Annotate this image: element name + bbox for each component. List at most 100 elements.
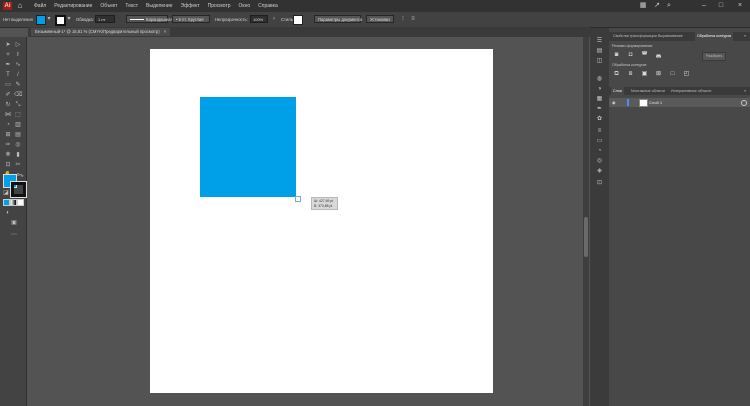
arrange-documents-icon[interactable]: ▦ (639, 2, 647, 10)
intersect-icon[interactable]: ◚ (640, 51, 649, 59)
tab-interactive-areas[interactable]: Интерактивные области (669, 87, 713, 95)
eyedropper-icon[interactable]: ✑ (4, 141, 12, 149)
tab-transform[interactable]: Свойства трансформации (611, 32, 659, 41)
minimize-icon[interactable]: – (700, 2, 708, 10)
default-colors-icon[interactable]: ◪ (2, 189, 10, 197)
menu-type[interactable]: Текст (125, 2, 138, 10)
preferences-button[interactable]: Установки (366, 15, 394, 23)
artboards-panel-icon[interactable]: ⊡ (596, 180, 603, 187)
opacity-arrow-icon[interactable]: › (270, 15, 278, 23)
graphic-style-swatch[interactable] (293, 15, 303, 25)
close-window-icon[interactable]: × (736, 2, 744, 10)
gradient-panel-icon[interactable]: ▭ (596, 138, 603, 145)
opacity-label[interactable]: Непрозрачность: (215, 16, 248, 23)
none-mode-icon[interactable] (17, 199, 24, 206)
graph-tool-icon[interactable]: ▮ (14, 151, 22, 159)
brushes-icon[interactable]: ✒ (596, 106, 603, 113)
search-icon[interactable]: ⌕ (665, 2, 673, 10)
document-setup-button[interactable]: Параметры документа (314, 15, 362, 23)
shaper-tool-icon[interactable]: ✐ (4, 91, 12, 99)
layer-name[interactable]: Слой 1 (649, 99, 662, 106)
layers-dock-icon[interactable]: ◫ (596, 58, 603, 65)
paintbrush-icon[interactable]: ✎ (14, 81, 22, 89)
tab-layers[interactable]: Слои (611, 87, 624, 95)
menu-icon[interactable]: ≡ (409, 15, 417, 23)
stroke-panel-icon[interactable]: ≡ (596, 128, 603, 135)
slice-tool-icon[interactable]: ✂ (14, 161, 22, 169)
tab-artboards[interactable]: Монтажные области (629, 87, 667, 95)
vertical-scrollbar[interactable] (583, 37, 589, 406)
minus-back-icon[interactable]: ◰ (682, 70, 691, 78)
menu-effect[interactable]: Эффект (181, 2, 200, 10)
shape-builder-icon[interactable]: ◔ (4, 121, 12, 129)
symbol-sprayer-icon[interactable]: ❋ (4, 151, 12, 159)
swap-colors-icon[interactable]: ↷ (17, 173, 25, 181)
crop-icon[interactable]: ⊠ (654, 70, 663, 78)
merge-icon[interactable]: ▣ (640, 70, 649, 78)
rotate-tool-icon[interactable]: ↻ (4, 101, 12, 109)
type-tool-icon[interactable]: T (4, 71, 12, 79)
eraser-icon[interactable]: ⌫ (14, 91, 22, 99)
gradient-tool-icon[interactable]: ▤ (14, 131, 22, 139)
exclude-icon[interactable]: ◛ (654, 51, 663, 59)
menu-object[interactable]: Объект (100, 2, 117, 10)
tab-pathfinder[interactable]: Обработка контуров (695, 32, 734, 41)
layer-row[interactable]: ◉ Слой 1 (609, 98, 750, 107)
selection-tool-icon[interactable]: ➤ (4, 41, 12, 49)
width-tool-icon[interactable]: ⋈ (4, 111, 12, 119)
transparency-icon[interactable]: ◔ (596, 148, 603, 155)
expand-button[interactable]: Разобрать (702, 52, 727, 61)
scale-tool-icon[interactable]: ⤡ (14, 101, 22, 109)
menu-select[interactable]: Выделение (146, 2, 173, 10)
appearance-icon[interactable]: ◎ (596, 158, 603, 165)
pen-tool-icon[interactable]: ✒ (4, 61, 12, 69)
document-tab[interactable]: Безымянный-1* @ 16,81 % (CMYK/Предварите… (31, 28, 171, 36)
align-icon[interactable]: ⁝ (399, 15, 407, 23)
curvature-tool-icon[interactable]: ∿ (14, 61, 22, 69)
magic-wand-icon[interactable]: ✧ (4, 51, 12, 59)
screen-mode-icon[interactable]: ▣ (10, 219, 18, 227)
lasso-icon[interactable]: ℓ (14, 51, 22, 59)
scroll-thumb[interactable] (584, 217, 588, 257)
graphic-styles-icon[interactable]: ◈ (596, 168, 603, 175)
divide-icon[interactable]: ⧉ (612, 70, 621, 78)
free-transform-icon[interactable]: ⬚ (14, 111, 22, 119)
layers-menu-icon[interactable]: ≡ (742, 87, 748, 95)
stroke-dropdown-icon[interactable]: ▾ (65, 15, 73, 23)
outline-icon[interactable]: □ (668, 70, 677, 78)
color-mode-icon[interactable] (3, 199, 10, 206)
mesh-tool-icon[interactable]: ⊞ (4, 131, 12, 139)
brush-profile-dropdown[interactable]: • 5 пт. Круглая (172, 15, 210, 23)
stroke-label[interactable]: Обводка: (76, 16, 94, 23)
more-tools-icon[interactable]: ⋯ (10, 231, 18, 239)
line-tool-icon[interactable]: / (14, 71, 22, 79)
symbols-icon[interactable]: ✿ (596, 116, 603, 123)
maximize-icon[interactable]: □ (717, 2, 725, 10)
swatches-icon[interactable]: ▦ (596, 96, 603, 103)
color-icon[interactable]: ◍ (596, 76, 603, 83)
tab-close-icon[interactable]: × (164, 29, 166, 34)
panel-menu-icon[interactable]: ≡ (742, 32, 748, 41)
home-icon[interactable]: ⌂ (15, 1, 25, 11)
menu-edit[interactable]: Редактирование (54, 2, 92, 10)
menu-view[interactable]: Просмотр (208, 2, 231, 10)
unite-icon[interactable]: ◙ (612, 51, 621, 59)
opacity-field[interactable]: 100% (250, 15, 268, 23)
stroke-weight-field[interactable]: 1 пт (95, 15, 115, 23)
menu-help[interactable]: Справка (258, 2, 278, 10)
blue-rectangle[interactable] (200, 97, 296, 197)
properties-icon[interactable]: ☰ (596, 38, 603, 45)
rectangle-tool-icon[interactable]: ▭ (4, 81, 12, 89)
variable-width-dropdown[interactable]: Карандашная (126, 15, 173, 23)
layer-target-icon[interactable] (741, 100, 747, 106)
fill-dropdown-icon[interactable]: ▾ (45, 15, 53, 23)
visibility-eye-icon[interactable]: ◉ (612, 99, 618, 106)
color-guide-icon[interactable]: ◑ (596, 86, 603, 93)
perspective-grid-icon[interactable]: ▥ (14, 121, 22, 129)
libraries-icon[interactable]: ▤ (596, 48, 603, 55)
trim-icon[interactable]: ⧈ (626, 70, 635, 78)
menu-file[interactable]: Файл (34, 2, 46, 10)
menu-window[interactable]: Окно (239, 2, 251, 10)
artboard-tool-icon[interactable]: ⊡ (4, 161, 12, 169)
draw-normal-icon[interactable]: ◐ (4, 209, 12, 217)
